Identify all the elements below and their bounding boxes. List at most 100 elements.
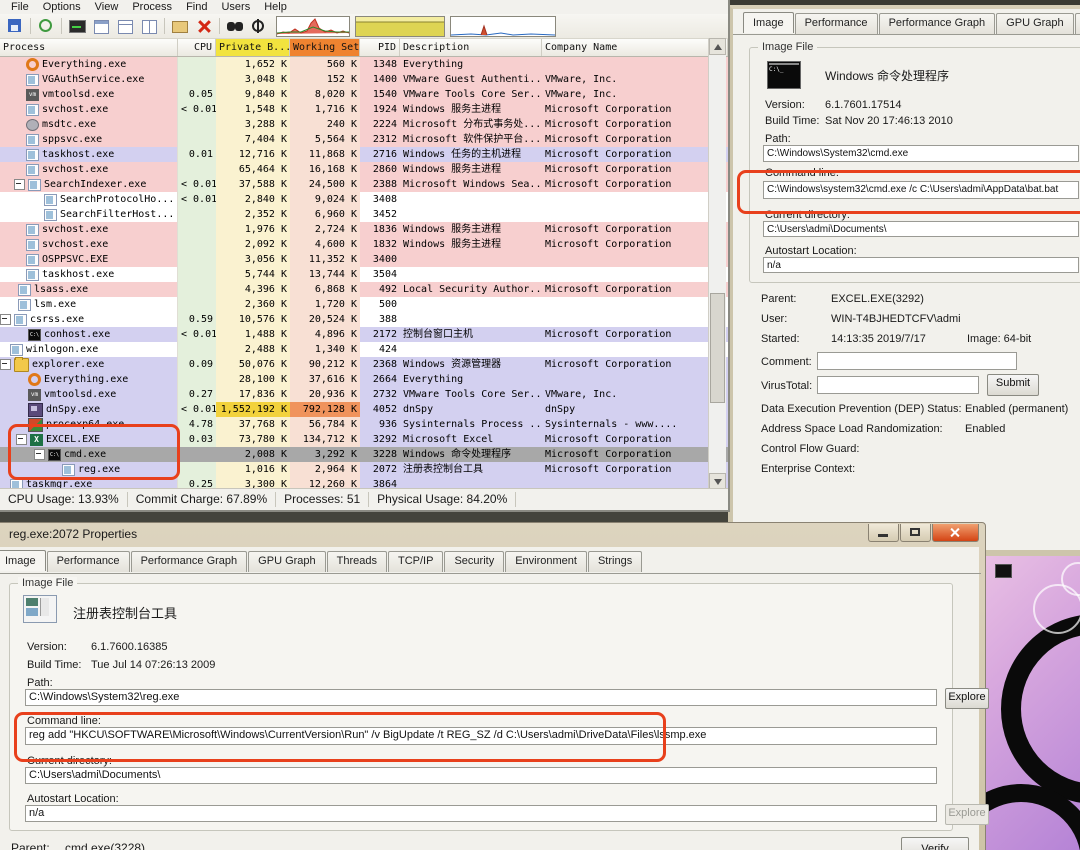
explore-button[interactable]: Explore (945, 688, 989, 709)
show-process-tree-icon[interactable] (90, 16, 112, 37)
reg-tab-performance[interactable]: Performance (47, 551, 130, 572)
process-name-cell: lsass.exe (0, 282, 178, 297)
menu-item-file[interactable]: File (4, 1, 36, 13)
process-row-vmtoolsd-exe[interactable]: vmvmtoolsd.exe0.059,840 K8,020 K1540VMwa… (0, 87, 728, 102)
process-row-dnspy-exe[interactable]: dnSpy.exe< 0.011,552,192 K792,128 K4052d… (0, 402, 728, 417)
refresh-icon[interactable] (35, 16, 57, 37)
desktop-cmd-icon[interactable] (995, 564, 1012, 578)
tree-expander[interactable] (0, 359, 11, 370)
current-directory-field[interactable]: C:\Users\admi\Documents\ (763, 221, 1079, 237)
reg-tab-environment[interactable]: Environment (505, 551, 587, 572)
view-dlls-icon[interactable] (138, 16, 160, 37)
private-bytes-cell: 2,840 K (216, 192, 290, 207)
cmd-tab-threads[interactable]: Threads (1075, 13, 1080, 34)
process-row-osppsvc-exe[interactable]: OSPPSVC.EXE3,056 K11,352 K3400 (0, 252, 728, 267)
menu-item-view[interactable]: View (88, 1, 126, 13)
find-window-target-icon[interactable] (248, 16, 270, 37)
tree-expander[interactable] (0, 314, 11, 325)
reg-tab-tcp-ip[interactable]: TCP/IP (388, 551, 443, 572)
menu-item-help[interactable]: Help (257, 1, 294, 13)
process-row-msdtc-exe[interactable]: msdtc.exe3,288 K240 K2224Microsoft 分布式事务… (0, 117, 728, 132)
column-header-private-b-[interactable]: Private B... (216, 39, 290, 56)
scrollbar-thumb[interactable] (710, 293, 725, 403)
show-lower-pane-icon[interactable] (114, 16, 136, 37)
cmd-tab-image[interactable]: Image (743, 12, 794, 33)
process-row-reg-exe[interactable]: reg.exe1,016 K2,964 K2072注册表控制台工具Microso… (0, 462, 728, 477)
column-header-cpu[interactable]: CPU (178, 39, 216, 56)
column-header-description[interactable]: Description (400, 39, 542, 56)
system-information-icon[interactable] (66, 16, 88, 37)
properties-icon[interactable] (169, 16, 191, 37)
virustotal-input[interactable] (817, 376, 979, 394)
reg-tab-performance-graph[interactable]: Performance Graph (131, 551, 248, 572)
io-history-graph[interactable] (450, 16, 556, 37)
process-row-searchprotocolho-[interactable]: SearchProtocolHo...< 0.012,840 K9,024 K3… (0, 192, 728, 207)
path-field[interactable]: C:\Windows\System32\reg.exe (25, 689, 937, 706)
tree-expander[interactable] (14, 179, 25, 190)
find-handle-icon[interactable] (224, 16, 246, 37)
process-row-excel-exe[interactable]: XEXCEL.EXE0.0373,780 K134,712 K3292Micro… (0, 432, 728, 447)
process-row-everything-exe[interactable]: Everything.exe1,652 K560 K1348Everything (0, 57, 728, 72)
cmd-tab-gpu-graph[interactable]: GPU Graph (996, 13, 1073, 34)
process-row-vmtoolsd-exe[interactable]: vmvmtoolsd.exe0.2717,836 K20,936 K2732VM… (0, 387, 728, 402)
cmd-tab-performance[interactable]: Performance (795, 13, 878, 34)
process-row-svchost-exe[interactable]: svchost.exe< 0.011,548 K1,716 K1924Windo… (0, 102, 728, 117)
commit-history-graph[interactable] (355, 16, 445, 37)
column-header-working-set[interactable]: Working Set (290, 39, 360, 56)
process-row-vgauthservice-exe[interactable]: VGAuthService.exe3,048 K152 K1400VMware … (0, 72, 728, 87)
process-row-taskhost-exe[interactable]: taskhost.exe0.0112,716 K11,868 K2716Wind… (0, 147, 728, 162)
verify-button[interactable]: Verify (901, 837, 969, 850)
cmd-tab-performance-graph[interactable]: Performance Graph (879, 13, 996, 34)
process-row-lsm-exe[interactable]: lsm.exe2,360 K1,720 K500 (0, 297, 728, 312)
close-button[interactable] (932, 524, 979, 542)
reg-tab-threads[interactable]: Threads (327, 551, 387, 572)
process-row-csrss-exe[interactable]: csrss.exe0.5910,576 K20,524 K388 (0, 312, 728, 327)
process-row-everything-exe[interactable]: Everything.exe28,100 K37,616 K2664Everyt… (0, 372, 728, 387)
scroll-up-arrow[interactable] (709, 38, 726, 55)
save-icon[interactable] (4, 16, 26, 37)
app-name: Windows 命令处理程序 (825, 67, 949, 84)
vertical-scrollbar[interactable] (708, 38, 726, 490)
menu-item-process[interactable]: Process (125, 1, 179, 13)
comment-input[interactable] (817, 352, 1017, 370)
menu-item-find[interactable]: Find (179, 1, 214, 13)
process-row-searchindexer-exe[interactable]: SearchIndexer.exe< 0.0137,588 K24,500 K2… (0, 177, 728, 192)
column-header-pid[interactable]: PID (360, 39, 400, 56)
command-line-field[interactable]: reg add "HKCU\SOFTWARE\Microsoft\Windows… (25, 727, 937, 745)
reg-tab-image[interactable]: Image (0, 550, 46, 571)
menu-item-options[interactable]: Options (36, 1, 88, 13)
tree-expander[interactable] (34, 449, 45, 460)
command-line-field[interactable]: C:\Windows\system32\cmd.exe /c C:\Users\… (763, 181, 1079, 199)
tree-expander[interactable] (16, 434, 27, 445)
column-headers[interactable]: ProcessCPUPrivate B...Working SetPIDDesc… (0, 39, 728, 57)
reg-tab-gpu-graph[interactable]: GPU Graph (248, 551, 325, 572)
process-row-explorer-exe[interactable]: explorer.exe0.0950,076 K90,212 K2368Wind… (0, 357, 728, 372)
process-row-procexp64-exe[interactable]: procexp64.exe4.7837,768 K56,784 K936Sysi… (0, 417, 728, 432)
path-field[interactable]: C:\Windows\System32\cmd.exe (763, 145, 1079, 162)
process-row-svchost-exe[interactable]: svchost.exe2,092 K4,600 K1832Windows 服务主… (0, 237, 728, 252)
column-header-company-name[interactable]: Company Name (542, 39, 728, 56)
kill-process-icon[interactable] (193, 16, 215, 37)
process-row-lsass-exe[interactable]: lsass.exe4,396 K6,868 K492Local Security… (0, 282, 728, 297)
maximize-button[interactable] (900, 524, 931, 542)
autostart-location-field[interactable]: n/a (763, 257, 1079, 273)
process-row-searchfilterhost-[interactable]: SearchFilterHost...2,352 K6,960 K3452 (0, 207, 728, 222)
process-row-svchost-exe[interactable]: svchost.exe65,464 K16,168 K2860Windows 服… (0, 162, 728, 177)
process-row-taskhost-exe[interactable]: taskhost.exe5,744 K13,744 K3504 (0, 267, 728, 282)
process-row-svchost-exe[interactable]: svchost.exe1,976 K2,724 K1836Windows 服务主… (0, 222, 728, 237)
current-directory-field[interactable]: C:\Users\admi\Documents\ (25, 767, 937, 784)
process-row-conhost-exe[interactable]: C:\conhost.exe< 0.011,488 K4,896 K2172控制… (0, 327, 728, 342)
cpu-history-graph[interactable] (276, 16, 350, 37)
process-row-cmd-exe[interactable]: C:\cmd.exe2,008 K3,292 K3228Windows 命令处理… (0, 447, 728, 462)
process-row-sppsvc-exe[interactable]: sppsvc.exe7,404 K5,564 K2312Microsoft 软件… (0, 132, 728, 147)
process-row-winlogon-exe[interactable]: winlogon.exe2,488 K1,340 K424 (0, 342, 728, 357)
column-header-process[interactable]: Process (0, 39, 178, 56)
reg-tab-strings[interactable]: Strings (588, 551, 642, 572)
minimize-button[interactable] (868, 524, 899, 542)
submit-button[interactable]: Submit (987, 374, 1039, 396)
reg-tab-security[interactable]: Security (444, 551, 504, 572)
pid-cell: 936 (360, 417, 400, 432)
autostart-location-field[interactable]: n/a (25, 805, 937, 822)
menu-item-users[interactable]: Users (214, 1, 257, 13)
build-time-label: Build Time: (27, 659, 81, 671)
